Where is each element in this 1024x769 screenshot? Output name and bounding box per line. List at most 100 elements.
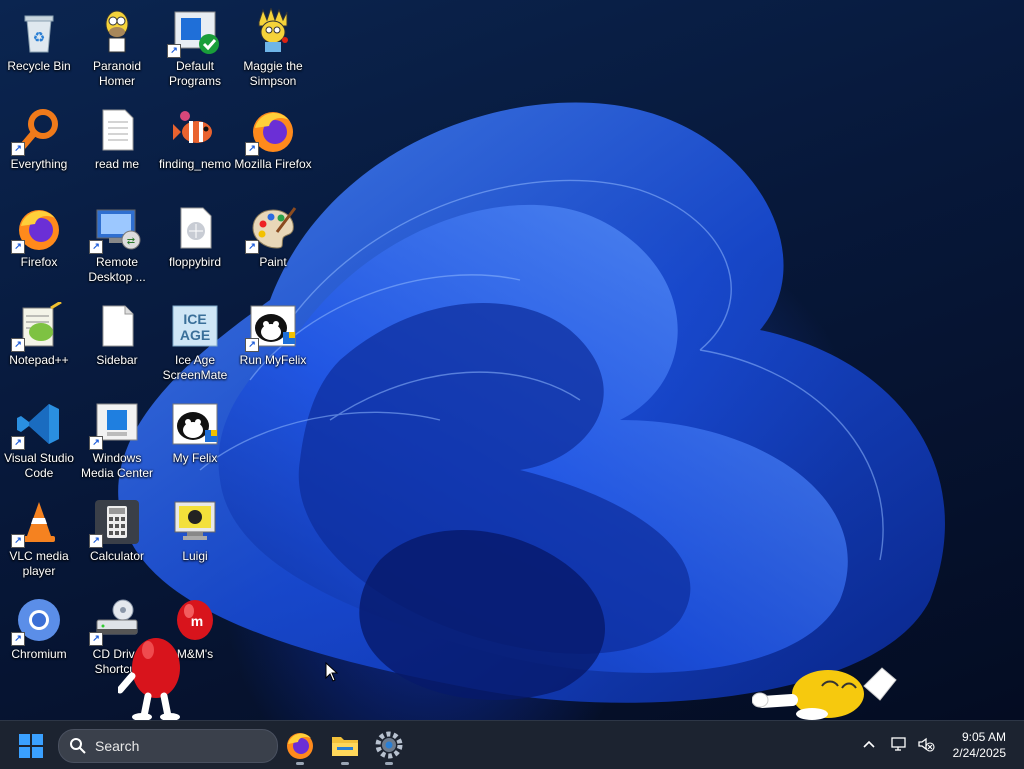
taskbar-clock[interactable]: 9:05 AM 2/24/2025: [934, 729, 1006, 761]
search-icon: [70, 738, 86, 754]
windows-logo-icon: [19, 734, 43, 758]
desktop-icon-maggie-the-simpson[interactable]: Maggie the Simpson: [234, 2, 312, 98]
svg-text:ICE: ICE: [183, 311, 206, 327]
red-mm-mascot[interactable]: [116, 620, 188, 720]
taskbar-file-explorer-button[interactable]: [329, 729, 361, 765]
ice-age-logo-icon: ICE AGE: [171, 302, 219, 350]
web-document-icon: [171, 204, 219, 252]
felix-cat-icon: ↗: [245, 302, 297, 352]
clock-time: 9:05 AM: [961, 730, 1006, 744]
felix-cat-icon: [171, 400, 219, 448]
icon-label: Windows Media Center: [80, 451, 154, 480]
text-document-icon: [93, 106, 141, 154]
file-explorer-icon: [332, 737, 358, 756]
desktop-icon-finding-nemo[interactable]: finding_nemo: [156, 100, 234, 196]
start-button[interactable]: [18, 733, 44, 759]
default-programs-icon: ↗: [167, 8, 219, 58]
icon-label: Paint: [259, 255, 287, 269]
shortcut-arrow-icon: ↗: [11, 436, 25, 450]
remote-desktop-icon: ⇄ ↗: [89, 204, 141, 254]
taskbar: Search 9:05 AM 2/24/2025: [0, 720, 1024, 769]
desktop-icon-chromium[interactable]: ↗ Chromium: [0, 590, 78, 686]
desktop-icon-read-me[interactable]: read me: [78, 100, 156, 196]
desktop-icon-firefox[interactable]: ↗ Firefox: [0, 198, 78, 294]
network-monitor-icon: [891, 737, 906, 751]
shortcut-arrow-icon: ↗: [11, 632, 25, 646]
desktop-icon-paint[interactable]: ↗ Paint: [234, 198, 312, 294]
blank-document-icon: [93, 302, 141, 350]
desktop-icon-paranoid-homer[interactable]: Paranoid Homer: [78, 2, 156, 98]
taskbar-firefox-button[interactable]: [284, 729, 316, 765]
icon-label: Luigi: [182, 549, 208, 563]
mouse-pointer-icon: [325, 662, 339, 682]
desktop-icon-calculator[interactable]: ↗ Calculator: [78, 492, 156, 588]
icon-label: VLC media player: [9, 549, 69, 578]
desktop-icon-my-felix[interactable]: My Felix: [156, 394, 234, 490]
icon-label: Ice Age ScreenMate: [162, 353, 228, 382]
shortcut-arrow-icon: ↗: [245, 142, 259, 156]
desktop-icon-run-myfelix[interactable]: ↗ Run MyFelix: [234, 296, 312, 392]
icon-label: floppybird: [168, 255, 222, 269]
desktop-icon-everything[interactable]: ↗ Everything: [0, 100, 78, 196]
shortcut-arrow-icon: ↗: [89, 534, 103, 548]
firefox-icon: ↗: [11, 204, 63, 254]
everything-search-icon: ↗: [11, 106, 63, 156]
desktop-icon-luigi[interactable]: Luigi: [156, 492, 234, 588]
svg-text:⇄: ⇄: [127, 236, 135, 247]
icon-label: Default Programs: [168, 59, 221, 88]
svg-text:m: m: [191, 613, 203, 629]
maggie-icon: [249, 6, 297, 56]
shortcut-arrow-icon: ↗: [11, 142, 25, 156]
icon-label: Firefox: [20, 255, 58, 269]
shortcut-arrow-icon: ↗: [11, 534, 25, 548]
yellow-mm-mascot[interactable]: [751, 660, 900, 720]
desktop-icon-default-programs[interactable]: ↗ Default Programs: [156, 2, 234, 98]
chevron-up-icon: [863, 740, 875, 748]
network-status-button[interactable]: [890, 735, 908, 753]
icon-label: Everything: [10, 157, 68, 171]
settings-icon: [375, 731, 403, 759]
icon-label: Calculator: [89, 549, 145, 563]
taskbar-settings-button[interactable]: [373, 729, 405, 765]
desktop-icon-remote-desktop[interactable]: ⇄ ↗ Remote Desktop ...: [78, 198, 156, 294]
volume-button[interactable]: [917, 735, 935, 753]
clock-date: 2/24/2025: [952, 746, 1006, 760]
desktop-icon-vlc[interactable]: ↗ VLC media player: [0, 492, 78, 588]
shortcut-arrow-icon: ↗: [245, 240, 259, 254]
svg-text:♻: ♻: [33, 29, 46, 45]
desktop-icon-ice-age-screenmate[interactable]: ICE AGE Ice Age ScreenMate: [156, 296, 234, 392]
show-hidden-icons-button[interactable]: [860, 735, 878, 753]
running-indicator: [385, 762, 393, 765]
desktop-icon-mozilla-firefox[interactable]: ↗ Mozilla Firefox: [234, 100, 312, 196]
shortcut-arrow-icon: ↗: [245, 338, 259, 352]
icon-label: Notepad++: [9, 353, 69, 367]
search-placeholder: Search: [95, 738, 140, 754]
icon-label: Visual Studio Code: [4, 451, 74, 480]
running-indicator: [341, 762, 349, 765]
svg-text:AGE: AGE: [180, 327, 210, 343]
shortcut-arrow-icon: ↗: [167, 44, 181, 58]
shortcut-arrow-icon: ↗: [89, 436, 103, 450]
desktop-icon-recycle-bin[interactable]: ♻ Recycle Bin: [0, 2, 78, 98]
chromium-icon: ↗: [11, 596, 63, 646]
desktop-icon-floppybird[interactable]: floppybird: [156, 198, 234, 294]
volume-muted-icon: [918, 737, 935, 752]
paint-palette-icon: ↗: [245, 204, 297, 254]
shortcut-arrow-icon: ↗: [11, 240, 25, 254]
recycle-bin-icon: ♻: [15, 8, 63, 56]
shortcut-arrow-icon: ↗: [89, 240, 103, 254]
icon-label: Remote Desktop ...: [88, 255, 146, 284]
desktop-icon-vscode[interactable]: ↗ Visual Studio Code: [0, 394, 78, 490]
firefox-icon: [287, 733, 313, 759]
taskbar-search-box[interactable]: Search: [58, 729, 278, 763]
vscode-icon: ↗: [11, 400, 63, 450]
desktop-icon-windows-media-center[interactable]: ↗ Windows Media Center: [78, 394, 156, 490]
desktop-icon-notepad-plus-plus[interactable]: ↗ Notepad++: [0, 296, 78, 392]
desktop-icon-sidebar[interactable]: Sidebar: [78, 296, 156, 392]
firefox-icon: ↗: [245, 106, 297, 156]
homer-icon: [93, 8, 141, 56]
icon-label: Maggie the Simpson: [243, 59, 303, 88]
desktop[interactable]: ♻ Recycle Bin ↗ Everything ↗ Firefox ↗ N…: [0, 0, 1024, 720]
icon-label: read me: [94, 157, 140, 171]
icon-label: Sidebar: [96, 353, 138, 367]
